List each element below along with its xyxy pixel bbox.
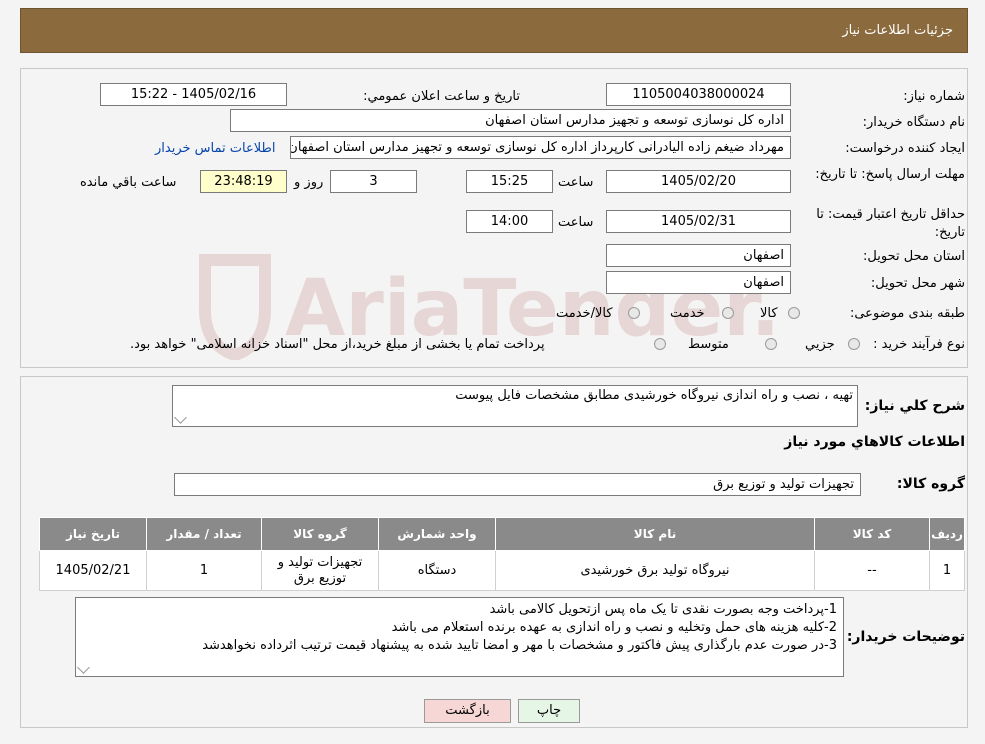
category-option-goods: کالا (760, 306, 778, 321)
goods-group-label: گروه کالا: (896, 476, 965, 492)
remaining-label: ساعت باقي مانده (80, 175, 177, 190)
buyer-org-field: اداره کل نوسازی توسعه و تجهیز مدارس استا… (230, 109, 791, 132)
cell-row-number: 1 (929, 550, 965, 591)
table-header-row: رديف کد کالا نام کالا واحد شمارش گروه کا… (39, 517, 965, 551)
validity-time-field: 14:00 (466, 210, 553, 233)
days-field: 3 (330, 170, 417, 193)
buyer-contact-link[interactable]: اطلاعات تماس خريدار (155, 141, 275, 156)
province-label: استان محل تحويل: (863, 249, 965, 264)
process-option-minor: جزيي (805, 337, 835, 352)
cell-unit: دستگاه (378, 550, 496, 591)
buyer-notes-field: 1-پرداخت وجه بصورت نقدی تا یک ماه پس ازت… (75, 597, 844, 677)
col-header-unit: واحد شمارش (378, 517, 496, 551)
process-option-medium: متوسط (688, 337, 729, 352)
category-option-service: خدمت (670, 306, 705, 321)
note-line: 1-پرداخت وجه بصورت نقدی تا یک ماه پس ازت… (489, 602, 837, 617)
creator-label: ايجاد کننده درخواست: (845, 141, 965, 156)
note-line: 2-کلیه هزینه های حمل وتخلیه و نصب و راه … (391, 620, 837, 635)
deadline-time-label: ساعت (558, 175, 594, 190)
cell-goods-name: نیروگاه تولید برق خورشیدی (495, 550, 815, 591)
col-header-goods-name: نام کالا (495, 517, 815, 551)
col-header-goods-group: گروه کالا (261, 517, 379, 551)
cell-quantity: 1 (146, 550, 262, 591)
category-radio-service[interactable] (722, 307, 734, 319)
creator-field: مهرداد ضیغم زاده الیادرانی کارپرداز ادار… (290, 136, 791, 159)
col-header-quantity: تعداد / مقدار (146, 517, 262, 551)
days-label: روز و (294, 175, 324, 190)
goods-section-title: اطلاعات کالاهاي مورد نياز (784, 434, 965, 450)
resize-handle-icon[interactable] (77, 661, 90, 674)
process-radio-minor[interactable] (848, 338, 860, 350)
process-radio-treasury[interactable] (654, 338, 666, 350)
category-option-goods-service: کالا/خدمت (556, 306, 613, 321)
col-header-row-number: رديف (929, 517, 965, 551)
validity-time-label: ساعت (558, 215, 594, 230)
category-label: طبقه بندی موضوعی: (849, 306, 965, 321)
province-field: اصفهان (606, 244, 791, 267)
cell-goods-group: تجهیزات تولید و توزیع برق (261, 550, 379, 591)
announce-label: تاریخ و ساعت اعلان عمومي: (363, 89, 520, 104)
description-text: تهیه ، نصب و راه اندازی نیروگاه خورشیدی … (455, 388, 853, 403)
cell-goods-code: -- (814, 550, 930, 591)
goods-table: رديف کد کالا نام کالا واحد شمارش گروه کا… (39, 517, 965, 591)
deadline-time-field: 15:25 (466, 170, 553, 193)
description-field: تهیه ، نصب و راه اندازی نیروگاه خورشیدی … (172, 385, 858, 427)
city-field: اصفهان (606, 271, 791, 294)
remaining-time-field: 23:48:19 (200, 170, 287, 193)
need-number-field: 1105004038000024 (606, 83, 791, 106)
announce-field: 1405/02/16 - 15:22 (100, 83, 287, 106)
process-note: پرداخت تمام یا بخشی از مبلغ خرید،از محل … (130, 337, 545, 352)
buyer-notes-label: توضيحات خريدار: (846, 629, 965, 645)
back-button[interactable]: بازگشت (424, 699, 511, 723)
col-header-goods-code: کد کالا (814, 517, 930, 551)
validity-label: حداقل تاريخ اعتبار قيمت: تا تاريخ: (816, 207, 965, 240)
validity-date-field: 1405/02/31 (606, 210, 791, 233)
category-radio-goods-service[interactable] (628, 307, 640, 319)
page-title: جزئیات اطلاعات نیاز (842, 23, 953, 38)
col-header-need-date: تاريخ نياز (39, 517, 147, 551)
note-line: 3-در صورت عدم بارگذاری پیش فاکتور و مشخص… (202, 638, 837, 653)
process-label: نوع فرآيند خريد : (873, 337, 965, 352)
process-radio-medium[interactable] (765, 338, 777, 350)
deadline-label: مهلت ارسال پاسخ: تا تاریخ: (815, 167, 965, 182)
buyer-org-label: نام دستگاه خريدار: (862, 115, 965, 130)
cell-need-date: 1405/02/21 (39, 550, 147, 591)
description-label: شرح کلي نياز: (864, 398, 965, 414)
category-radio-goods[interactable] (788, 307, 800, 319)
deadline-date-field: 1405/02/20 (606, 170, 791, 193)
page-header: جزئیات اطلاعات نیاز (20, 8, 968, 53)
goods-group-field: تجهیزات تولید و توزیع برق (174, 473, 861, 496)
print-button[interactable]: چاپ (518, 699, 580, 723)
city-label: شهر محل تحويل: (870, 276, 965, 291)
table-row: 1 -- نیروگاه تولید برق خورشیدی دستگاه تج… (39, 550, 965, 591)
resize-handle-icon[interactable] (174, 411, 187, 424)
need-number-label: شماره نیاز: (903, 89, 965, 104)
